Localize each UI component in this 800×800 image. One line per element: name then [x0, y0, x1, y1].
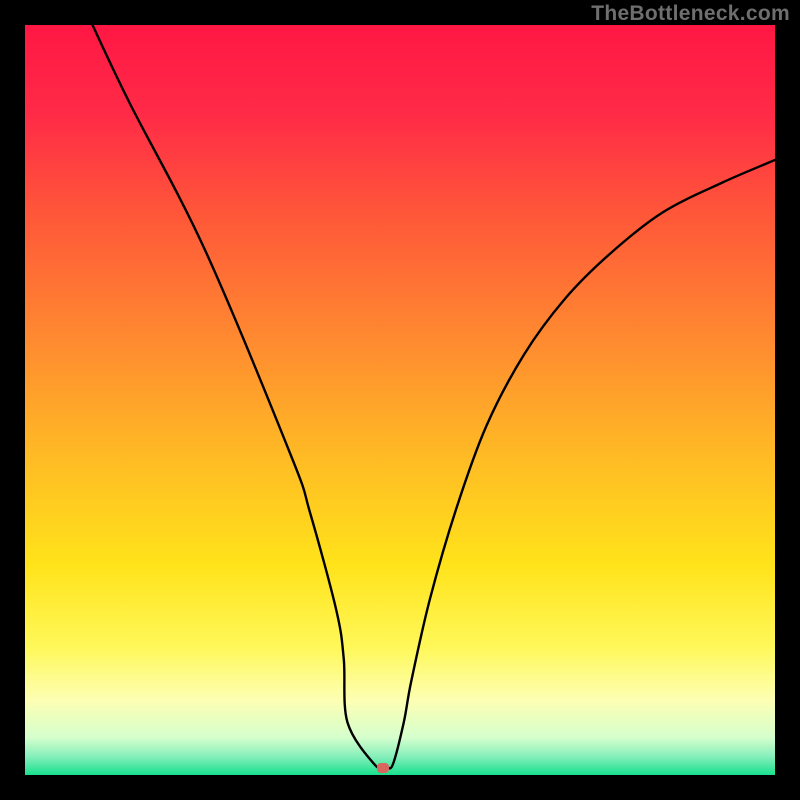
chart-stage: TheBottleneck.com	[0, 0, 800, 800]
optimum-marker	[377, 763, 389, 773]
background-gradient	[25, 25, 775, 775]
watermark-text: TheBottleneck.com	[591, 2, 790, 26]
plot-area	[25, 25, 775, 775]
